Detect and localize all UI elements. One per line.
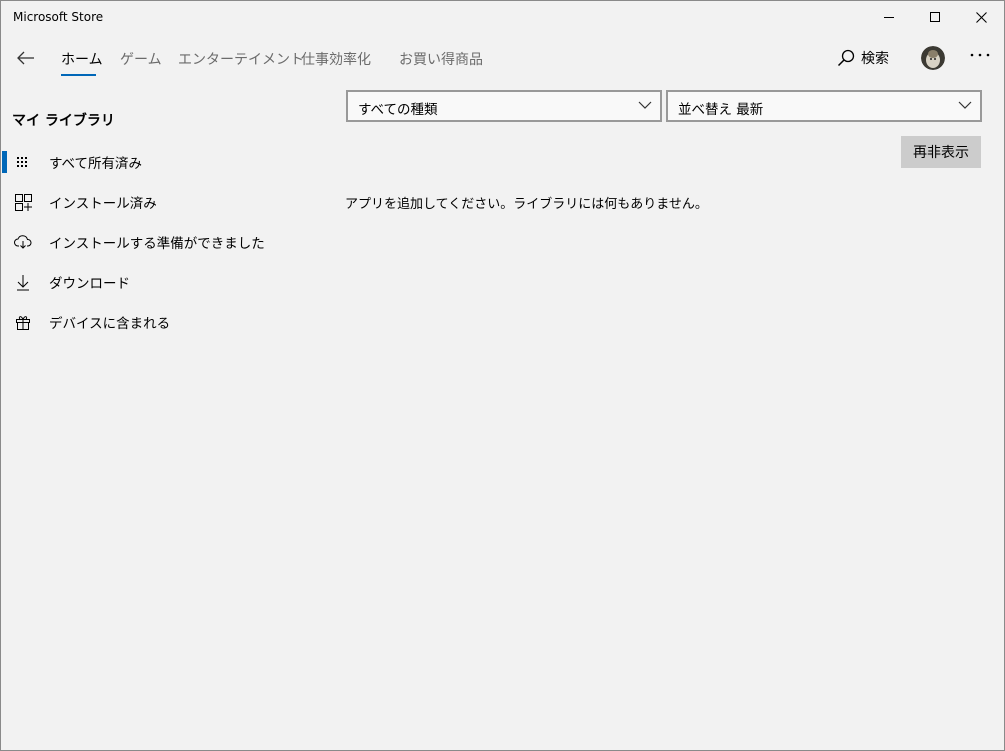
sidebar-item-label: インストール済み [49, 196, 157, 212]
search-button[interactable]: 検索 [837, 45, 889, 71]
avatar-image [921, 46, 945, 70]
tab-productivity[interactable]: 仕事効率化 [301, 49, 371, 69]
account-avatar[interactable] [921, 46, 945, 70]
title-bar: Microsoft Store [1, 1, 1004, 33]
cloud-download-icon [14, 233, 32, 251]
tab-deals[interactable]: お買い得商品 [399, 49, 483, 69]
close-icon [975, 11, 987, 23]
nav-bar: ホーム ゲーム エンターテイメント 仕事効率化 お買い得商品 検索 [1, 33, 1004, 83]
apps-grid-icon [14, 193, 32, 211]
back-button[interactable] [9, 43, 43, 73]
type-filter-value: すべての種類 [358, 102, 438, 118]
store-window: Microsoft Store ホーム ゲーム エンターテイメント 仕事効率化 … [0, 0, 1005, 751]
grid-dots-icon [14, 153, 32, 171]
sidebar-item-label: ダウンロード [49, 276, 130, 292]
tab-games[interactable]: ゲーム [120, 49, 162, 69]
sidebar-item-all-owned[interactable]: すべて所有済み [1, 141, 301, 181]
more-dots-icon [970, 53, 990, 57]
sidebar-item-label: インストールする準備ができました [49, 236, 265, 252]
sort-dropdown[interactable]: 並べ替え 最新 [666, 90, 982, 122]
chevron-down-icon [638, 101, 652, 109]
minimize-button[interactable] [866, 1, 912, 33]
back-arrow-icon [17, 51, 34, 65]
sidebar-item-downloads[interactable]: ダウンロード [1, 261, 301, 301]
sidebar-title: マイ ライブラリ [12, 113, 115, 129]
empty-library-message: アプリを追加してください。ライブラリには何もありません。 [345, 197, 708, 212]
sidebar-item-label: デバイスに含まれる [49, 316, 171, 332]
selected-indicator [2, 151, 7, 173]
download-icon [14, 273, 32, 291]
search-label: 検索 [861, 51, 889, 67]
redisplay-button[interactable]: 再非表示 [901, 136, 981, 168]
sidebar-item-included-with-device[interactable]: デバイスに含まれる [1, 301, 301, 341]
gift-icon [14, 313, 32, 331]
sort-value: 並べ替え 最新 [678, 102, 764, 118]
sidebar-item-installed[interactable]: インストール済み [1, 181, 301, 221]
minimize-icon [883, 16, 894, 18]
type-filter-dropdown[interactable]: すべての種類 [346, 90, 662, 122]
maximize-icon [929, 11, 940, 22]
close-button[interactable] [958, 1, 1004, 33]
tab-home[interactable]: ホーム [61, 49, 103, 69]
sidebar-item-ready-to-install[interactable]: インストールする準備ができました [1, 221, 301, 261]
sidebar-item-label: すべて所有済み [49, 156, 143, 172]
tab-entertainment[interactable]: エンターテイメント [178, 49, 304, 69]
app-title: Microsoft Store [13, 10, 104, 24]
more-options-button[interactable] [967, 45, 995, 65]
active-tab-underline [61, 74, 96, 76]
maximize-button[interactable] [912, 1, 958, 33]
chevron-down-icon [958, 101, 972, 109]
search-icon [837, 49, 855, 67]
